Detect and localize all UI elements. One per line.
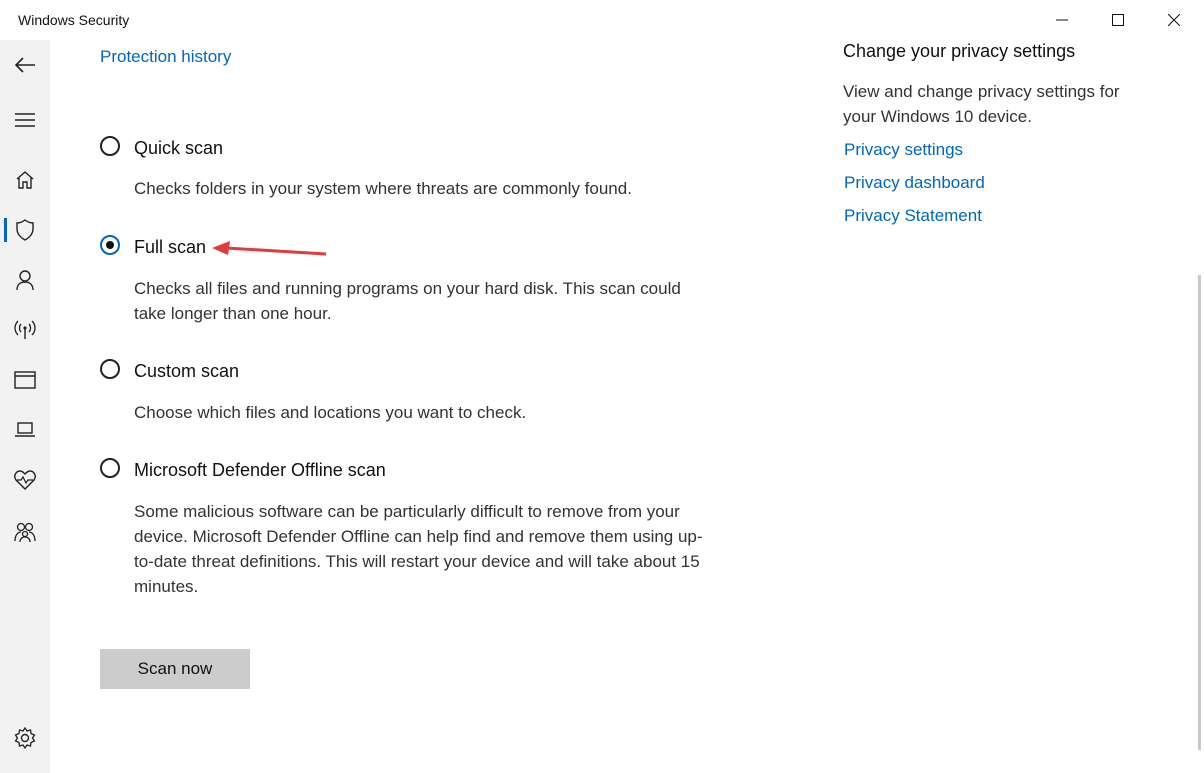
offline-scan-label[interactable]: Microsoft Defender Offline scan xyxy=(134,460,386,481)
title-bar: Windows Security xyxy=(0,0,1204,40)
custom-scan-description: Choose which files and locations you wan… xyxy=(134,403,527,422)
privacy-statement-link[interactable]: Privacy Statement xyxy=(844,206,982,226)
window-title: Windows Security xyxy=(18,12,130,28)
offline-scan-description: Some malicious software can be particula… xyxy=(134,502,703,596)
active-indicator xyxy=(4,218,7,242)
gear-icon xyxy=(14,727,36,749)
scan-now-button[interactable]: Scan now xyxy=(100,649,250,689)
minimize-icon xyxy=(1056,19,1068,21)
back-arrow-icon xyxy=(14,57,35,73)
offline-scan-radio[interactable] xyxy=(100,458,120,478)
settings-button[interactable] xyxy=(0,718,50,758)
sidebar-item-device-security[interactable] xyxy=(0,410,50,450)
red-arrow-icon xyxy=(212,241,327,256)
custom-scan-radio[interactable] xyxy=(100,359,120,379)
close-icon xyxy=(1168,14,1180,26)
wireless-icon xyxy=(14,320,36,339)
sidebar-item-app-browser[interactable] xyxy=(0,360,50,400)
quick-scan-description: Checks folders in your system where thre… xyxy=(134,179,632,198)
sidebar-item-firewall[interactable] xyxy=(0,310,50,350)
privacy-heading: Change your privacy settings xyxy=(843,41,1076,61)
maximize-icon xyxy=(1112,14,1124,26)
shield-icon xyxy=(16,219,34,241)
sidebar xyxy=(0,40,50,773)
sidebar-item-device-health[interactable] xyxy=(0,460,50,500)
family-icon xyxy=(14,522,36,542)
sidebar-item-family[interactable] xyxy=(0,512,50,552)
custom-scan-label[interactable]: Custom scan xyxy=(134,361,239,382)
sidebar-item-account[interactable] xyxy=(0,260,50,300)
home-icon xyxy=(16,171,34,189)
heart-pulse-icon xyxy=(14,470,36,490)
hamburger-menu-icon xyxy=(15,113,35,127)
protection-history-link[interactable]: Protection history xyxy=(100,47,231,67)
privacy-settings-link[interactable]: Privacy settings xyxy=(844,140,963,160)
maximize-button[interactable] xyxy=(1090,0,1146,40)
sidebar-item-virus-protection[interactable] xyxy=(0,210,50,250)
close-button[interactable] xyxy=(1146,0,1202,40)
browser-window-icon xyxy=(14,371,36,389)
minimize-button[interactable] xyxy=(1034,0,1090,40)
sidebar-item-home[interactable] xyxy=(0,160,50,200)
privacy-dashboard-link[interactable]: Privacy dashboard xyxy=(844,173,985,193)
back-button[interactable] xyxy=(0,45,50,85)
scrollbar[interactable] xyxy=(1198,275,1201,750)
quick-scan-label[interactable]: Quick scan xyxy=(134,138,223,159)
full-scan-description: Checks all files and running programs on… xyxy=(134,279,681,323)
privacy-description: View and change privacy settings for you… xyxy=(843,82,1120,126)
full-scan-radio[interactable] xyxy=(100,235,120,255)
person-icon xyxy=(16,270,34,291)
radio-selected-dot xyxy=(106,241,114,249)
full-scan-label[interactable]: Full scan xyxy=(134,237,206,258)
quick-scan-radio[interactable] xyxy=(100,136,120,156)
menu-button[interactable] xyxy=(0,100,50,140)
laptop-icon xyxy=(15,422,35,437)
